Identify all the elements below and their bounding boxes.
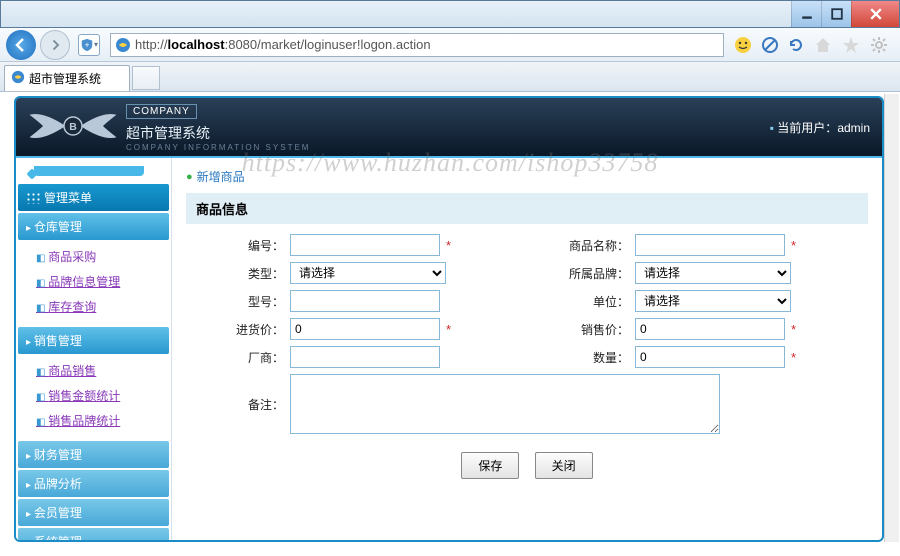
url-text: http://localhost:8080/market/loginuser!l…: [135, 37, 719, 52]
required-mark: *: [791, 238, 796, 253]
field-model: 型号：: [194, 290, 515, 312]
toolbar-icons: [734, 36, 894, 54]
browser-toolbar: +▾ http://localhost:8080/market/loginuse…: [0, 28, 900, 62]
sidebar-tab-cue: [16, 166, 171, 184]
window-maximize-button[interactable]: [821, 1, 851, 27]
page-action-title: 新增商品: [186, 168, 868, 185]
current-user: 当前用户：admin: [770, 119, 870, 136]
qty-input[interactable]: [635, 346, 785, 368]
app-subtitle: COMPANY INFORMATION SYSTEM: [126, 143, 310, 152]
required-mark: *: [446, 238, 451, 253]
sidebar-menu-header: 管理菜单: [18, 184, 169, 211]
sidebar-group-header[interactable]: 财务管理: [18, 441, 169, 468]
close-button[interactable]: 关闭: [535, 452, 593, 479]
nav-back-button[interactable]: [6, 30, 36, 60]
model-input[interactable]: [290, 290, 440, 312]
field-qty: 数量：*: [539, 346, 860, 368]
browser-scrollbar[interactable]: [884, 94, 899, 542]
field-cost: 进货价：*: [194, 318, 515, 340]
sidebar-group-header[interactable]: 品牌分析: [18, 470, 169, 497]
sidebar-item[interactable]: 品牌信息管理: [16, 269, 171, 294]
app-header: B COMPANY 超市管理系统 COMPANY INFORMATION SYS…: [16, 98, 882, 158]
app-logo: B COMPANY 超市管理系统 COMPANY INFORMATION SYS…: [28, 103, 310, 152]
window-titlebar: [0, 0, 900, 28]
sidebar-item[interactable]: 商品销售: [16, 358, 171, 383]
main-content: 新增商品 商品信息 编号：* 商品名称：* 类型：请选择 所属品牌：请选择 型号…: [172, 158, 882, 540]
window-close-button[interactable]: [851, 1, 899, 27]
company-tag: COMPANY: [126, 104, 197, 119]
cost-input[interactable]: [290, 318, 440, 340]
code-input[interactable]: [290, 234, 440, 256]
sidebar-item[interactable]: 库存查询: [16, 294, 171, 319]
sidebar: 管理菜单 仓库管理商品采购品牌信息管理库存查询销售管理商品销售销售金额统计销售品…: [16, 158, 172, 540]
ie-icon: [11, 70, 25, 87]
sidebar-group-header[interactable]: 仓库管理: [18, 213, 169, 240]
field-type: 类型：请选择: [194, 262, 515, 284]
remark-textarea[interactable]: [290, 374, 720, 434]
sidebar-group-header[interactable]: 销售管理: [18, 327, 169, 354]
sidebar-item[interactable]: 商品采购: [16, 244, 171, 269]
field-price: 销售价：*: [539, 318, 860, 340]
price-input[interactable]: [635, 318, 785, 340]
smiley-icon[interactable]: [734, 36, 752, 54]
vendor-input[interactable]: [290, 346, 440, 368]
wings-icon: B: [28, 106, 118, 149]
name-input[interactable]: [635, 234, 785, 256]
panel-header: 商品信息: [186, 193, 868, 224]
sidebar-group-header[interactable]: 会员管理: [18, 499, 169, 526]
field-remark: 备注：: [194, 374, 860, 434]
browser-tab[interactable]: 超市管理系统: [4, 65, 130, 91]
brand-select[interactable]: 请选择: [635, 262, 791, 284]
form-panel: 商品信息 编号：* 商品名称：* 类型：请选择 所属品牌：请选择 型号： 单位：…: [186, 193, 868, 487]
field-unit: 单位：请选择: [539, 290, 860, 312]
app-title: 超市管理系统: [126, 123, 310, 143]
form-buttons: 保存 关闭: [186, 444, 868, 487]
field-code: 编号：*: [194, 234, 515, 256]
security-shield-button[interactable]: +▾: [78, 34, 100, 56]
new-tab-button[interactable]: [132, 66, 160, 90]
window-minimize-button[interactable]: [791, 1, 821, 27]
refresh-icon[interactable]: [788, 37, 804, 53]
required-mark: *: [791, 322, 796, 337]
svg-text:B: B: [69, 120, 77, 132]
required-mark: *: [446, 322, 451, 337]
favorites-icon[interactable]: [842, 36, 860, 54]
settings-icon[interactable]: [870, 36, 888, 54]
dots-icon: [26, 192, 40, 204]
sidebar-item[interactable]: 销售金额统计: [16, 383, 171, 408]
required-mark: *: [791, 350, 796, 365]
field-name: 商品名称：*: [539, 234, 860, 256]
browser-tabbar: 超市管理系统: [0, 62, 900, 92]
svg-text:+: +: [85, 40, 90, 49]
tab-title: 超市管理系统: [29, 70, 101, 87]
field-brand: 所属品牌：请选择: [539, 262, 860, 284]
type-select[interactable]: 请选择: [290, 262, 446, 284]
unit-select[interactable]: 请选择: [635, 290, 791, 312]
sidebar-group-header[interactable]: 系统管理: [18, 528, 169, 542]
app-frame: B COMPANY 超市管理系统 COMPANY INFORMATION SYS…: [14, 96, 884, 542]
blocked-icon[interactable]: [762, 37, 778, 53]
address-bar[interactable]: http://localhost:8080/market/loginuser!l…: [110, 33, 724, 57]
save-button[interactable]: 保存: [461, 452, 519, 479]
home-icon[interactable]: [814, 36, 832, 54]
field-vendor: 厂商：: [194, 346, 515, 368]
ie-icon: [115, 37, 131, 53]
sidebar-item[interactable]: 销售品牌统计: [16, 408, 171, 433]
form-grid: 编号：* 商品名称：* 类型：请选择 所属品牌：请选择 型号： 单位：请选择 进…: [186, 224, 868, 444]
nav-forward-button[interactable]: [40, 30, 70, 60]
